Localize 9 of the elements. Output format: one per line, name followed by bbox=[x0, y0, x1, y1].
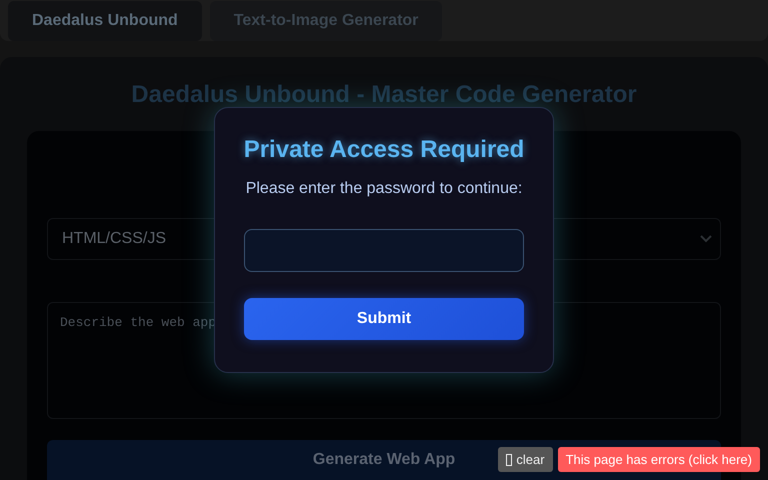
submit-button[interactable]: Submit bbox=[244, 298, 524, 340]
clear-toast[interactable]: clear bbox=[498, 447, 553, 472]
glyph-icon bbox=[506, 454, 512, 466]
dialog-message: Please enter the password to continue: bbox=[246, 180, 522, 198]
tab[interactable]: Daedalus Unbound bbox=[8, 0, 202, 40]
error-toast[interactable]: This page has errors (click here) bbox=[558, 447, 760, 472]
password-field[interactable] bbox=[244, 229, 524, 272]
chevron-icon bbox=[700, 235, 712, 243]
dialog-title: Private Access Required bbox=[244, 136, 524, 164]
